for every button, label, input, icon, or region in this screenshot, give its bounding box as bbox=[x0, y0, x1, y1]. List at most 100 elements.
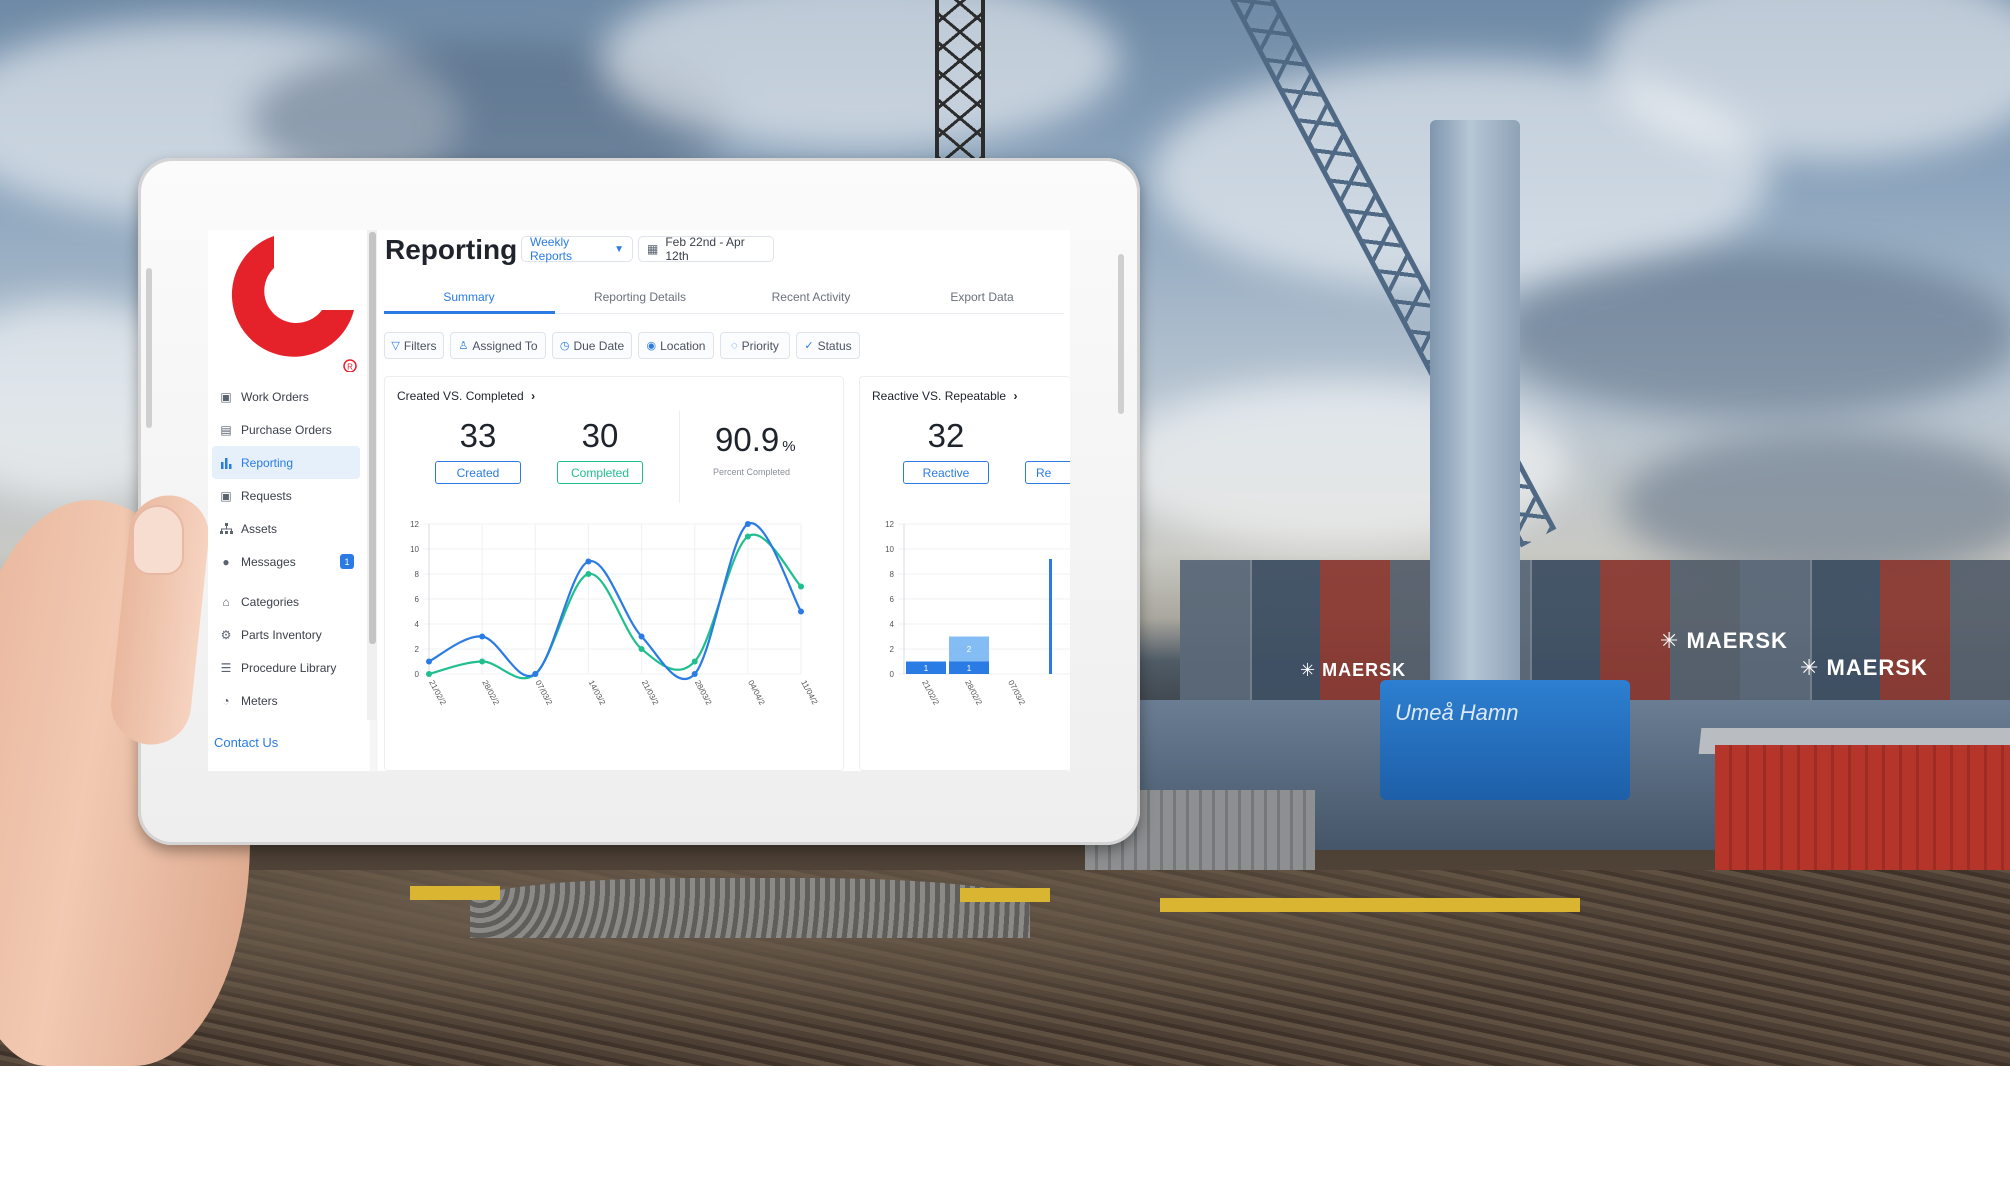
sidebar-item-requests[interactable]: ▣ Requests bbox=[212, 479, 360, 512]
repeatable-button[interactable]: Re bbox=[1025, 461, 1070, 484]
sidebar-scrollbar-thumb[interactable] bbox=[369, 232, 376, 644]
card-title-text: Reactive VS. Repeatable bbox=[872, 389, 1007, 403]
filter-label: Priority bbox=[741, 338, 779, 353]
list-icon: ☰ bbox=[220, 660, 232, 675]
logo-arc bbox=[231, 236, 354, 357]
sidebar-item-label: Purchase Orders bbox=[241, 422, 332, 437]
sidebar-item-work-orders[interactable]: ▣ Work Orders bbox=[212, 380, 360, 413]
brand-logo[interactable]: R bbox=[212, 232, 358, 372]
sidebar-item-messages[interactable]: ● Messages 1 bbox=[212, 545, 360, 578]
tab-reporting-details[interactable]: Reporting Details bbox=[555, 290, 725, 304]
data-point bbox=[426, 671, 432, 677]
sidebar-item-label: Work Orders bbox=[241, 389, 309, 404]
series-line bbox=[428, 533, 802, 680]
data-point bbox=[744, 521, 751, 527]
sidebar-item-label: Assets bbox=[241, 521, 278, 536]
crane-lattice-tower bbox=[935, 0, 985, 160]
tag-icon: ⌂ bbox=[222, 594, 230, 609]
yellow-barrier bbox=[410, 886, 500, 900]
cloud bbox=[1620, 430, 2010, 580]
y-tick-label: 6 bbox=[415, 595, 420, 604]
bar-data-label: 1 bbox=[924, 664, 929, 673]
crane-brand-logo: Umeå Hamn bbox=[1395, 700, 1519, 725]
data-point bbox=[691, 658, 698, 665]
data-point bbox=[798, 583, 804, 590]
y-tick-label: 4 bbox=[415, 620, 420, 629]
sidebar-item-procedure-library[interactable]: ☰ Procedure Library bbox=[212, 651, 360, 684]
due-date-filter[interactable]: ◷ Due Date bbox=[552, 332, 632, 359]
status-filter[interactable]: ✓ Status bbox=[796, 332, 860, 359]
filter-label: Location bbox=[660, 338, 706, 353]
sidebar-item-categories[interactable]: ⌂ Categories bbox=[212, 585, 360, 618]
date-range-value: Feb 22nd - Apr 12th bbox=[665, 235, 745, 263]
data-point bbox=[426, 658, 432, 665]
x-tick-label: 28/02/2 bbox=[963, 679, 984, 707]
sidebar-item-label: Reporting bbox=[241, 455, 294, 470]
active-tab-indicator bbox=[384, 311, 555, 314]
location-pin-icon: ◉ bbox=[646, 340, 657, 352]
reactive-button[interactable]: Reactive bbox=[903, 461, 989, 484]
chat-icon: ● bbox=[222, 554, 230, 569]
tab-summary[interactable]: Summary bbox=[384, 290, 554, 304]
partial-bar-edge bbox=[1049, 559, 1052, 674]
card-title-text: Created VS. Completed bbox=[397, 389, 524, 403]
sidebar-item-meters[interactable]: ◔ Meters bbox=[212, 684, 360, 717]
sidebar-nav: ▣ Work Orders ▤ Purchase Orders Reportin… bbox=[212, 380, 360, 717]
card-title[interactable]: Reactive VS. Repeatable › bbox=[872, 389, 1017, 403]
sidebar-item-label: Parts Inventory bbox=[241, 627, 322, 642]
bar-data-label: 2 bbox=[967, 645, 972, 654]
completed-button[interactable]: Completed bbox=[557, 461, 643, 484]
location-filter[interactable]: ◉ Location bbox=[638, 332, 714, 359]
filter-label: Filters bbox=[403, 338, 437, 353]
sidebar-item-reporting[interactable]: Reporting bbox=[212, 446, 360, 479]
y-tick-label: 12 bbox=[885, 520, 894, 529]
sidebar-scrollbar-end bbox=[370, 720, 378, 771]
x-tick-label: 11/04/2 bbox=[799, 679, 819, 707]
priority-filter[interactable]: ◌ Priority bbox=[720, 332, 790, 359]
filters-button[interactable]: ▽ Filters bbox=[384, 332, 444, 359]
sidebar-item-label: Requests bbox=[241, 488, 292, 503]
tab-recent-activity[interactable]: Recent Activity bbox=[726, 290, 896, 304]
sidebar-item-assets[interactable]: Assets bbox=[212, 512, 360, 545]
report-period-select[interactable]: Weekly Reports ▼ bbox=[521, 235, 633, 263]
sidebar: R ▣ Work Orders ▤ Purchase Orders Report… bbox=[208, 230, 372, 771]
y-tick-label: 2 bbox=[890, 645, 895, 654]
percent-number: 90.9 bbox=[715, 421, 780, 458]
hierarchy-icon bbox=[218, 521, 234, 537]
sidebar-item-label: Categories bbox=[241, 594, 300, 609]
x-tick-label: 07/03/2 bbox=[1006, 679, 1027, 707]
data-point bbox=[479, 658, 486, 665]
contact-us-link[interactable]: Contact Us bbox=[214, 735, 278, 750]
card-title[interactable]: Created VS. Completed › bbox=[397, 389, 535, 403]
date-range-picker[interactable]: ▦ Feb 22nd - Apr 12th bbox=[638, 235, 774, 263]
tab-export-data[interactable]: Export Data bbox=[897, 290, 1067, 304]
data-point bbox=[638, 646, 645, 652]
created-button[interactable]: Created bbox=[435, 461, 521, 484]
y-tick-label: 2 bbox=[415, 645, 420, 654]
x-tick-label: 21/02/2 bbox=[920, 679, 941, 707]
y-tick-label: 10 bbox=[410, 545, 419, 554]
data-point bbox=[691, 671, 698, 677]
data-point bbox=[532, 671, 539, 677]
data-point bbox=[585, 571, 592, 577]
reactive-vs-repeatable-card: Reactive VS. Repeatable › 32 Reactive Re… bbox=[859, 376, 1070, 771]
registered-mark: R bbox=[347, 363, 353, 372]
assigned-to-filter[interactable]: ♙ Assigned To bbox=[450, 332, 546, 359]
sidebar-item-purchase-orders[interactable]: ▤ Purchase Orders bbox=[212, 413, 360, 446]
report-tabs: Summary Reporting Details Recent Activit… bbox=[384, 282, 1064, 314]
chevron-right-icon: › bbox=[1013, 389, 1018, 403]
percent-completed-value: 90.9% bbox=[715, 421, 796, 459]
completed-count: 30 bbox=[581, 417, 619, 454]
data-point bbox=[585, 558, 592, 565]
sidebar-item-parts-inventory[interactable]: ⚙ Parts Inventory bbox=[212, 618, 360, 651]
bar-chart-icon bbox=[218, 455, 234, 471]
data-point bbox=[638, 633, 645, 640]
report-period-value: Weekly Reports bbox=[530, 235, 573, 263]
tablet-side-button bbox=[146, 268, 152, 428]
user-icon: ♙ bbox=[458, 340, 469, 352]
created-vs-completed-card: Created VS. Completed › 33 Created 30 Co… bbox=[384, 376, 844, 771]
reactive-count: 32 bbox=[927, 417, 965, 454]
repeatable-label: Re bbox=[1036, 465, 1052, 480]
data-point bbox=[744, 533, 751, 540]
yellow-barrier bbox=[1160, 898, 1580, 912]
